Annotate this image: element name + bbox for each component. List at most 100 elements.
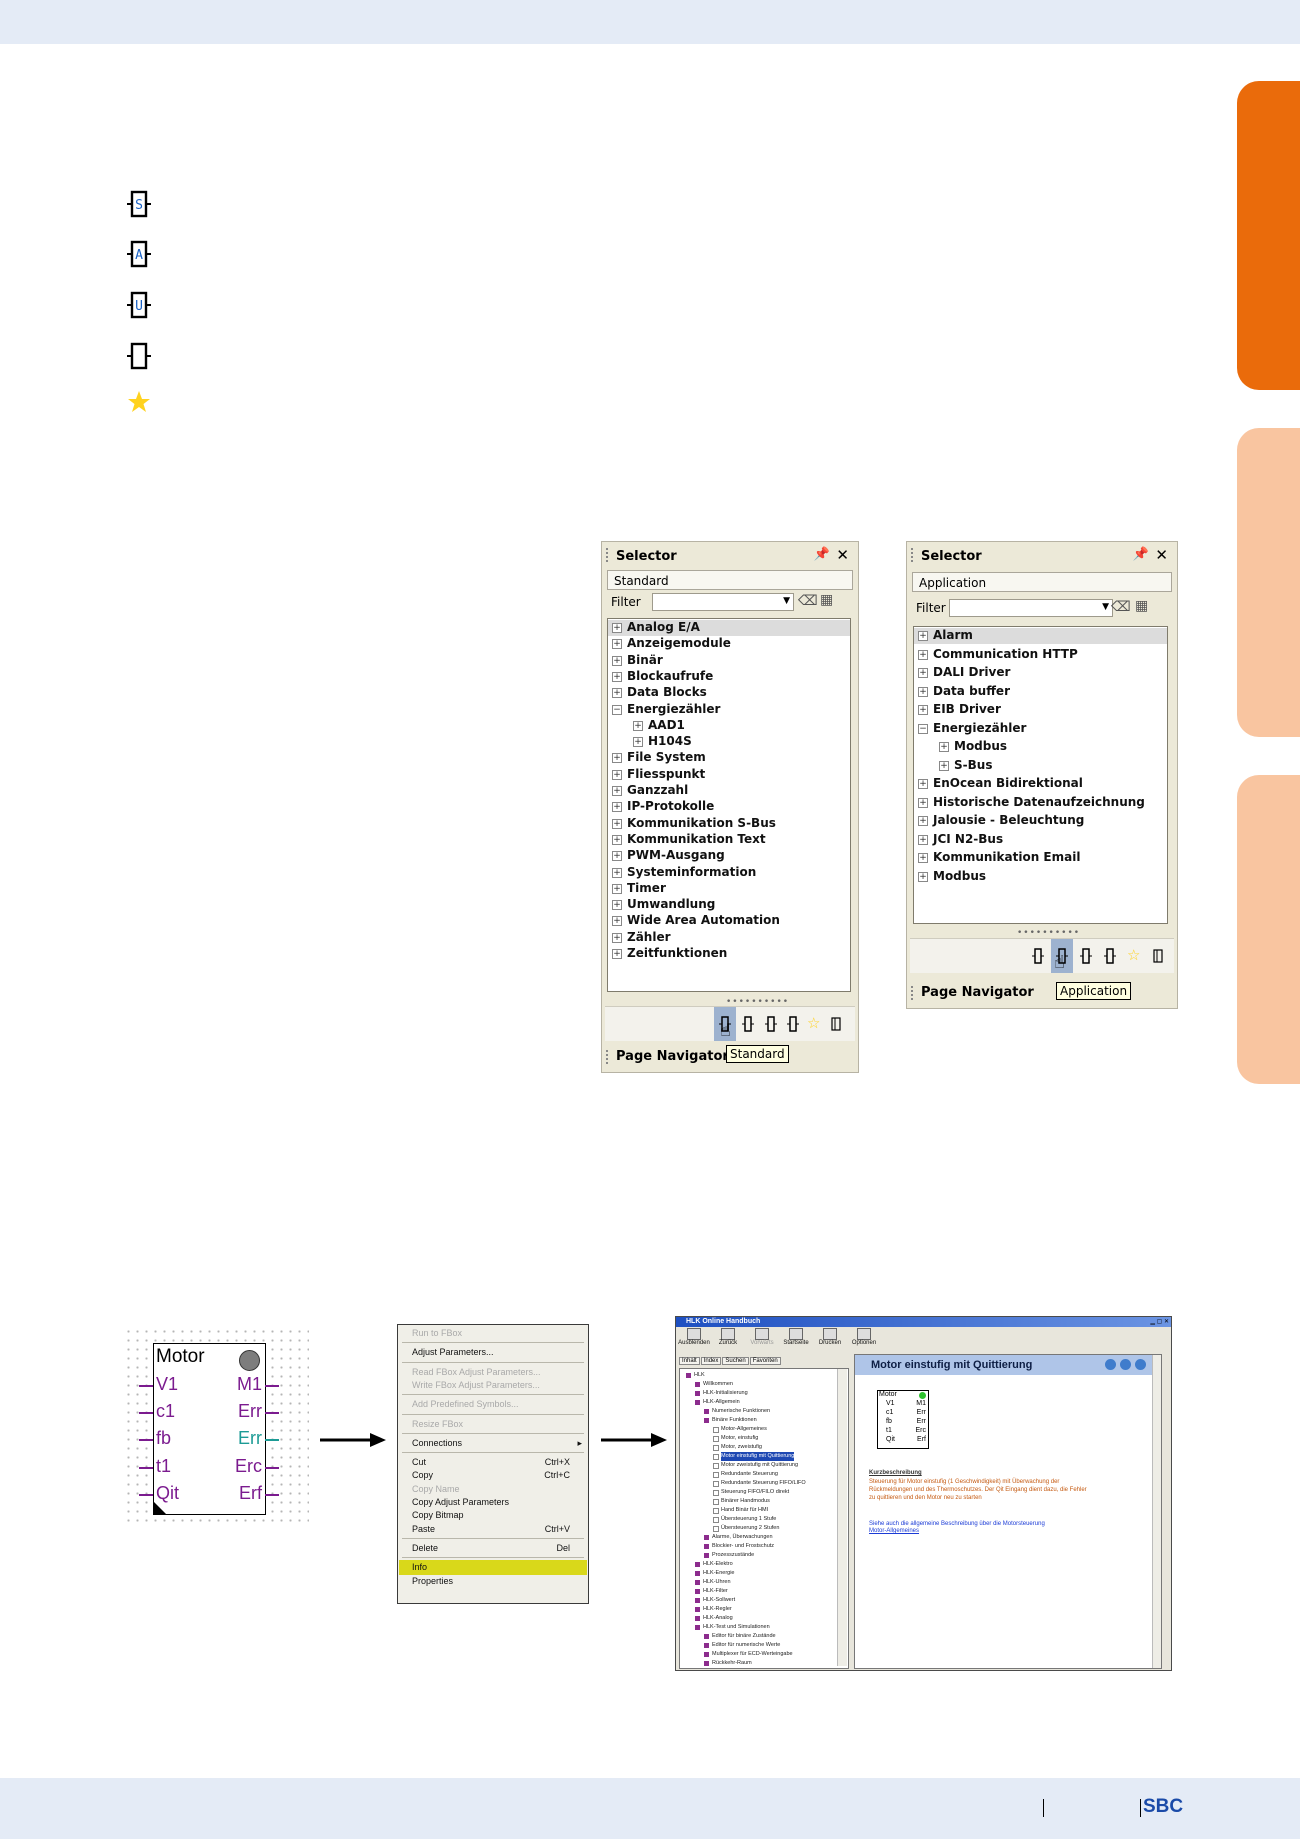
menu-item[interactable]: Add Predefined Symbols... bbox=[412, 1398, 582, 1411]
tree-item[interactable]: + Modbus bbox=[914, 739, 1167, 755]
expand-icon[interactable]: + bbox=[612, 688, 622, 699]
tree-item[interactable]: + Anzeigemodule bbox=[608, 636, 850, 652]
eraser-icon[interactable]: ⌫ bbox=[798, 593, 818, 609]
expand-icon[interactable]: + bbox=[918, 686, 928, 697]
fbox-tree[interactable]: + Analog E/A + Anzeigemodule + Binär + Blockauf… bbox=[607, 618, 851, 992]
expand-icon[interactable]: + bbox=[918, 779, 928, 789]
expand-icon[interactable]: + bbox=[612, 834, 622, 845]
tree-item[interactable]: + Jalousie - Beleuchtung bbox=[914, 813, 1167, 829]
tree-item[interactable]: + DALI Driver bbox=[914, 665, 1167, 681]
tree-item[interactable]: + AAD1 bbox=[608, 718, 850, 734]
chevron-down-icon[interactable]: ▼ bbox=[1102, 602, 1109, 612]
tree-item[interactable]: + EnOcean Bidirektional bbox=[914, 776, 1167, 792]
tree-item[interactable]: + Zeitfunktionen bbox=[608, 946, 850, 962]
splitter-handle[interactable]: •••••••••• bbox=[1017, 928, 1080, 938]
options-button[interactable]: Optionen bbox=[848, 1328, 880, 1346]
menu-item[interactable]: Paste Ctrl+V bbox=[412, 1523, 582, 1536]
expand-icon[interactable]: + bbox=[612, 623, 622, 633]
expand-icon[interactable]: + bbox=[612, 900, 622, 911]
tree-item[interactable]: + Binär bbox=[608, 653, 850, 669]
tree-item[interactable]: + Kommunikation Text bbox=[608, 832, 850, 848]
tree-item[interactable]: + Ganzzahl bbox=[608, 783, 850, 799]
page-navigator-bar[interactable]: Page Navigator bbox=[907, 980, 1177, 1006]
motor-allgemeines-link[interactable]: Motor-Allgemeines bbox=[869, 1528, 919, 1534]
panel-toggle-button[interactable] bbox=[825, 1007, 847, 1041]
tree-item[interactable]: + Kommunikation Email bbox=[914, 850, 1167, 866]
menu-item[interactable]: Copy Name bbox=[412, 1483, 582, 1496]
help-tree-item[interactable]: Motor, zweistufig bbox=[721, 1443, 762, 1452]
tree-item[interactable]: + EIB Driver bbox=[914, 702, 1167, 718]
tree-item[interactable]: + Communication HTTP bbox=[914, 647, 1167, 663]
help-tree-item[interactable]: Alarme, Überwachungen bbox=[712, 1533, 773, 1542]
content-scrollbar[interactable] bbox=[1152, 1355, 1161, 1668]
window-controls[interactable]: ▁ ▢ ✕ bbox=[1150, 1318, 1169, 1325]
expand-icon[interactable]: + bbox=[939, 742, 949, 752]
tree-item[interactable]: + Timer bbox=[608, 881, 850, 897]
help-tree-item[interactable]: Motor, einstufig bbox=[721, 1434, 758, 1443]
eraser-icon[interactable]: ⌫ bbox=[1111, 599, 1131, 615]
tree-item[interactable]: + Wide Area Automation bbox=[608, 913, 850, 929]
tree-item[interactable]: + JCI N2-Bus bbox=[914, 832, 1167, 848]
help-tree-item[interactable]: Numerische Funktionen bbox=[712, 1407, 770, 1416]
help-tree-item[interactable]: HLK-Initialisierung bbox=[703, 1389, 748, 1398]
application-library-button[interactable] bbox=[737, 1007, 759, 1041]
expand-icon[interactable]: + bbox=[612, 753, 622, 764]
grip-icon[interactable] bbox=[911, 548, 916, 562]
menu-item[interactable]: Read FBox Adjust Parameters... bbox=[412, 1366, 582, 1379]
expand-icon[interactable]: + bbox=[612, 867, 622, 878]
help-tree-item[interactable]: HLK-Allgemein bbox=[703, 1398, 740, 1407]
tree-item[interactable]: + S-Bus bbox=[914, 758, 1167, 774]
expand-icon[interactable]: + bbox=[612, 818, 622, 829]
tree-item[interactable]: + Fliesspunkt bbox=[608, 767, 850, 783]
chevron-down-icon[interactable]: ▼ bbox=[783, 596, 790, 606]
tree-item[interactable]: + H104S bbox=[608, 734, 850, 750]
filter-settings-icon[interactable]: ▦ bbox=[1135, 598, 1148, 614]
help-tree-item[interactable]: HLK-Sollwert bbox=[703, 1596, 735, 1605]
pin-icon[interactable]: 📌 bbox=[814, 547, 830, 562]
tree-item[interactable]: + Data Blocks bbox=[608, 685, 850, 701]
home-button[interactable]: Startseite bbox=[780, 1328, 812, 1346]
expand-icon[interactable]: + bbox=[918, 834, 928, 845]
print-button[interactable]: Drucken bbox=[814, 1328, 846, 1346]
nav-forward-icon[interactable] bbox=[1135, 1359, 1146, 1370]
expand-icon[interactable]: + bbox=[918, 668, 928, 678]
tree-item[interactable]: + Umwandlung bbox=[608, 897, 850, 913]
user-library-button[interactable] bbox=[760, 1007, 782, 1041]
expand-icon[interactable]: + bbox=[612, 949, 622, 959]
help-tree-item[interactable]: Übersteuerung 1 Stufe bbox=[721, 1515, 776, 1524]
collapse-icon[interactable]: − bbox=[918, 723, 928, 734]
menu-item[interactable]: Properties bbox=[412, 1575, 582, 1588]
menu-item[interactable]: Adjust Parameters... bbox=[412, 1346, 582, 1359]
tree-item[interactable]: + Historische Datenaufzeichnung bbox=[914, 795, 1167, 811]
forward-button[interactable]: Vorwärts bbox=[746, 1328, 778, 1346]
help-tree-item[interactable]: Redundante Steuerung bbox=[721, 1470, 778, 1479]
tree-scrollbar[interactable] bbox=[837, 1369, 847, 1666]
tree-item[interactable]: + Zähler bbox=[608, 930, 850, 946]
expand-icon[interactable]: + bbox=[918, 705, 928, 715]
tree-item[interactable]: + Blockaufrufe bbox=[608, 669, 850, 685]
tree-item[interactable]: + Alarm bbox=[914, 628, 1167, 644]
expand-icon[interactable]: + bbox=[612, 655, 622, 666]
help-tree-item[interactable]: Motor-Allgemeines bbox=[721, 1425, 767, 1434]
expand-icon[interactable]: + bbox=[918, 871, 928, 882]
expand-icon[interactable]: + bbox=[612, 916, 622, 927]
panel-toggle-button[interactable] bbox=[1147, 939, 1169, 973]
help-tree-item[interactable]: Prozesszustände bbox=[712, 1551, 754, 1560]
help-contents-tree[interactable]: HLK Willkommen HLK-Initialisierung HLK-Allg… bbox=[679, 1368, 849, 1669]
help-tree-item[interactable]: HLK-Filter bbox=[703, 1587, 728, 1596]
chapter-tab-active[interactable] bbox=[1237, 81, 1300, 390]
tree-item[interactable]: − Energiezähler bbox=[914, 721, 1167, 737]
help-tree-item[interactable]: HLK-Uhren bbox=[703, 1578, 731, 1587]
tab-inhalt[interactable]: Inhalt bbox=[679, 1357, 700, 1365]
expand-icon[interactable]: + bbox=[612, 883, 622, 894]
tab-favoriten[interactable]: Favoriten bbox=[749, 1357, 781, 1365]
menu-item[interactable]: Info bbox=[412, 1561, 582, 1574]
help-tree-item[interactable]: Steuerung FIFO/FILO direkt bbox=[721, 1488, 789, 1497]
menu-item[interactable]: Cut Ctrl+X bbox=[412, 1456, 582, 1469]
help-tree-item[interactable]: Binärer Handmodus bbox=[721, 1497, 770, 1506]
close-icon[interactable]: ✕ bbox=[1155, 546, 1168, 564]
help-tree-item[interactable]: Binäre Funktionen bbox=[712, 1416, 757, 1425]
tree-item[interactable]: + Data buffer bbox=[914, 684, 1167, 700]
help-tree-item[interactable]: Multiplexer für ECD-Werteingabe bbox=[712, 1650, 793, 1659]
help-tree-item[interactable]: HLK-Regler bbox=[703, 1605, 732, 1614]
